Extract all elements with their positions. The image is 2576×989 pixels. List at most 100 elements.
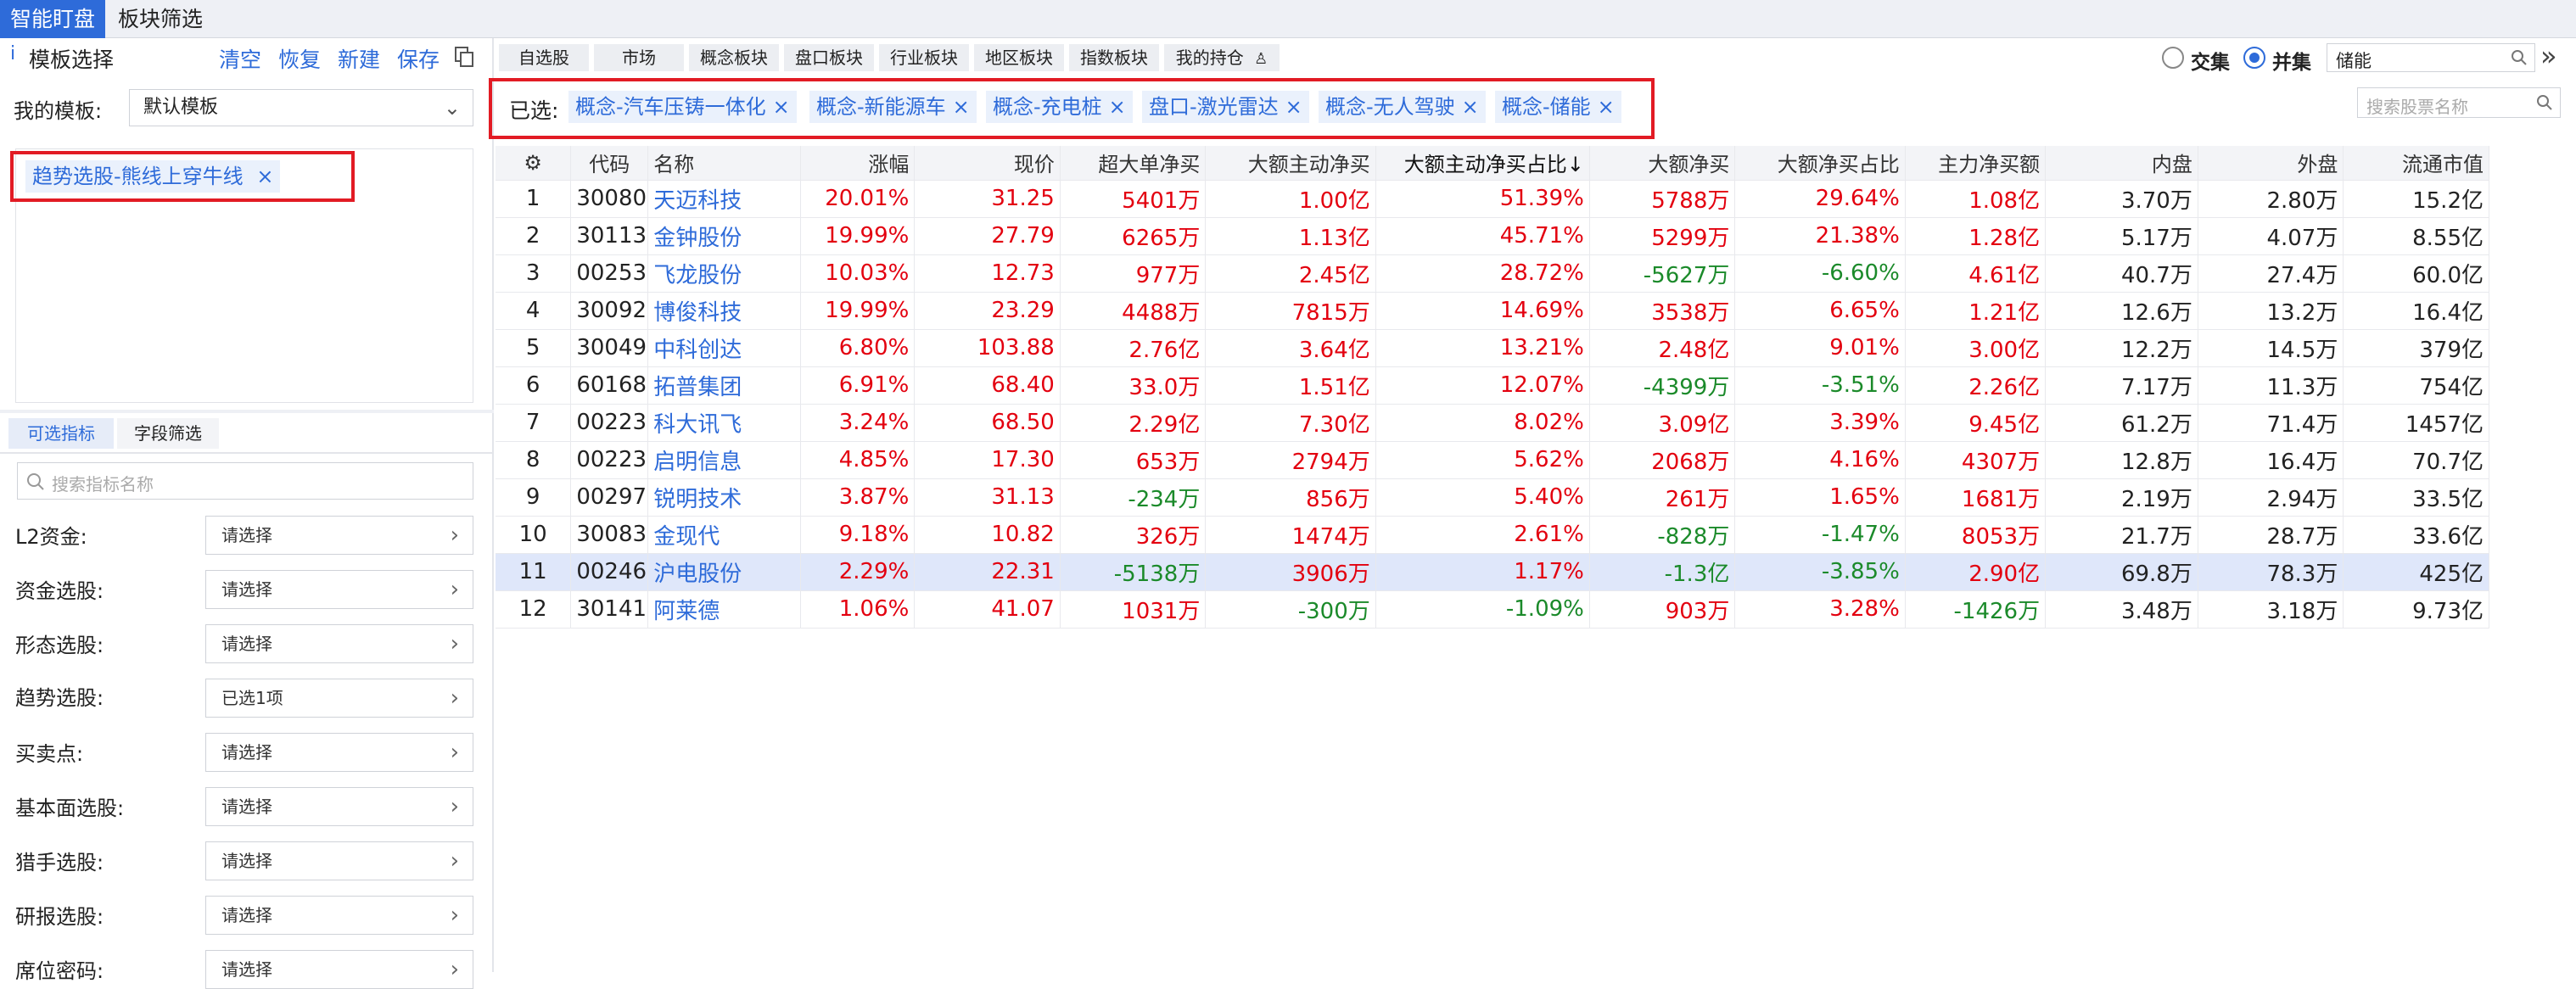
table-row[interactable]: 1300807天迈科技20.01%31.255401万1.00亿51.39%57… (496, 180, 2489, 218)
column-header-large-active-ratio[interactable]: 大额主动净买占比↓ (1375, 146, 1590, 181)
selected-chip[interactable]: 概念-无人驾驶 × (1319, 91, 1486, 123)
tab-field-filter[interactable]: 字段筛选 (117, 418, 219, 449)
radio-intersection[interactable] (2162, 47, 2184, 69)
cell-price: 17.30 (914, 441, 1061, 479)
table-row[interactable]: 12301419阿莱德1.06%41.071031万-300万-1.09%903… (496, 590, 2489, 629)
column-settings-header[interactable]: ⚙ (496, 146, 572, 181)
clear-button[interactable]: 清空 (219, 43, 261, 74)
cell-name[interactable]: 飞龙股份 (647, 254, 802, 293)
my-template-select[interactable]: 默认模板 ⌄ (129, 89, 473, 126)
selected-chip[interactable]: 盘口-激光雷达 × (1142, 91, 1309, 123)
table-row[interactable]: 7002230科大讯飞3.24%68.502.29亿7.30亿8.02%3.09… (496, 404, 2489, 442)
close-icon[interactable]: × (1462, 95, 1479, 119)
cell-name[interactable]: 博俊科技 (647, 292, 802, 330)
table-row[interactable]: 2301133金钟股份19.99%27.796265万1.13亿45.71%52… (496, 217, 2489, 255)
close-icon[interactable]: × (1109, 95, 1126, 119)
divider (0, 410, 494, 413)
cell-price: 68.50 (914, 404, 1061, 442)
column-header-large-active-net[interactable]: 大额主动净买 (1205, 146, 1376, 181)
column-header-super-large-net[interactable]: 超大单净买 (1060, 146, 1207, 181)
cell-name[interactable]: 拓普集团 (647, 366, 802, 405)
indicator-search-input[interactable]: 搜索指标名称 (17, 462, 473, 500)
column-header-change[interactable]: 涨幅 (800, 146, 916, 181)
cell-super-large-net: 6265万 (1060, 217, 1207, 255)
tab-concept-sector[interactable]: 概念板块 (689, 44, 779, 71)
column-header-inner[interactable]: 内盘 (2045, 146, 2198, 181)
table-row[interactable]: 5300496中科创达6.80%103.882.76亿3.64亿13.21%2.… (496, 329, 2489, 367)
close-icon[interactable]: × (256, 165, 273, 188)
close-icon[interactable]: × (773, 95, 790, 119)
cell-name[interactable]: 中科创达 (647, 329, 802, 367)
table-body: 1300807天迈科技20.01%31.255401万1.00亿51.39%57… (496, 180, 2489, 629)
double-chevron-right-icon[interactable]: » (2540, 40, 2557, 72)
table-row[interactable]: 4300926博俊科技19.99%23.294488万7815万14.69%35… (496, 292, 2489, 330)
tab-handicap-sector[interactable]: 盘口板块 (784, 44, 874, 71)
cell-name[interactable]: 金钟股份 (647, 217, 802, 255)
stock-search-input[interactable]: 搜索股票名称 (2357, 87, 2561, 118)
column-header-code[interactable]: 代码 (570, 146, 649, 181)
cell-super-large-net: 977万 (1060, 254, 1207, 293)
filter-select-hunter[interactable]: 请选择 › (205, 841, 473, 880)
filter-select-trend[interactable]: 已选1项 › (205, 679, 473, 718)
filter-select-pattern[interactable]: 请选择 › (205, 624, 473, 663)
filter-select-trade-point[interactable]: 请选择 › (205, 733, 473, 772)
column-header-float-cap[interactable]: 流通市值 (2343, 146, 2489, 181)
cell-name[interactable]: 启明信息 (647, 441, 802, 479)
close-icon[interactable]: × (953, 95, 970, 119)
cell-name[interactable]: 金现代 (647, 516, 802, 554)
table-row[interactable]: 8002232启明信息4.85%17.30653万2794万5.62%2068万… (496, 441, 2489, 479)
search-icon[interactable] (2511, 49, 2528, 66)
settings-icon[interactable]: ⚙ (524, 151, 542, 175)
column-header-large-net[interactable]: 大额净买 (1589, 146, 1736, 181)
column-header-main-net[interactable]: 主力净买额 (1905, 146, 2047, 181)
search-icon[interactable] (2536, 94, 2553, 111)
cell-float-cap: 8.55亿 (2343, 217, 2489, 255)
restore-button[interactable]: 恢复 (278, 43, 321, 74)
filter-select-seat[interactable]: 请选择 › (205, 950, 473, 989)
column-header-price[interactable]: 现价 (914, 146, 1061, 181)
filter-select-l2[interactable]: 请选择 › (205, 516, 473, 555)
tab-optional-indicators[interactable]: 可选指标 (8, 418, 114, 449)
tab-industry-sector[interactable]: 行业板块 (879, 44, 969, 71)
selected-template-chip[interactable]: 趋势选股-熊线上穿牛线 × (25, 160, 281, 193)
table-row[interactable]: 6601689拓普集团6.91%68.4033.0万1.51亿12.07%-43… (496, 366, 2489, 405)
cell-name[interactable]: 科大讯飞 (647, 404, 802, 442)
chip-label: 趋势选股-熊线上穿牛线 (32, 165, 244, 188)
table-row[interactable]: 10300830金现代9.18%10.82326万1474万2.61%-828万… (496, 516, 2489, 554)
tab-region-sector[interactable]: 地区板块 (974, 44, 1064, 71)
cell-large-net: 903万 (1589, 590, 1736, 629)
cell-name[interactable]: 阿莱德 (647, 590, 802, 629)
selected-chip[interactable]: 概念-储能 × (1495, 91, 1621, 123)
copy-icon[interactable] (455, 47, 473, 67)
info-icon: ⅰ (10, 43, 16, 64)
close-icon[interactable]: × (1285, 95, 1302, 119)
cell-large-active-net: 7.30亿 (1205, 404, 1376, 442)
filter-value: 请选择 (221, 905, 272, 925)
tab-market[interactable]: 市场 (594, 44, 684, 71)
column-header-outer[interactable]: 外盘 (2198, 146, 2344, 181)
tab-index-sector[interactable]: 指数板块 (1069, 44, 1159, 71)
concept-search-input[interactable]: 储能 (2327, 43, 2535, 72)
tab-watchlist[interactable]: 自选股 (499, 44, 589, 71)
close-icon[interactable]: × (1598, 95, 1615, 119)
table-row[interactable]: 3002536飞龙股份10.03%12.73977万2.45亿28.72%-56… (496, 254, 2489, 293)
selected-chip[interactable]: 概念-充电桩 × (986, 91, 1133, 123)
cell-name[interactable]: 天迈科技 (647, 180, 802, 218)
filter-select-fund[interactable]: 请选择 › (205, 570, 473, 609)
table-row[interactable]: 11002463沪电股份2.29%22.31-5138万3906万1.17%-1… (496, 553, 2489, 591)
column-header-name[interactable]: 名称 (647, 146, 802, 181)
filter-select-fundamental[interactable]: 请选择 › (205, 787, 473, 826)
tab-smart-watch[interactable]: 智能盯盘 (0, 0, 105, 38)
save-button[interactable]: 保存 (397, 43, 440, 74)
radio-union[interactable] (2243, 47, 2265, 69)
new-button[interactable]: 新建 (338, 43, 380, 74)
filter-select-research[interactable]: 请选择 › (205, 896, 473, 935)
selected-chip[interactable]: 概念-新能源车 × (809, 91, 977, 123)
tab-my-holdings[interactable]: 我的持仓 ♙ (1164, 44, 1280, 71)
cell-name[interactable]: 沪电股份 (647, 553, 802, 591)
cell-name[interactable]: 锐明技术 (647, 478, 802, 517)
column-header-large-net-ratio[interactable]: 大额净买占比 (1734, 146, 1906, 181)
selected-chip[interactable]: 概念-汽车压铸一体化 × (568, 91, 797, 123)
table-row[interactable]: 9002970锐明技术3.87%31.13-234万856万5.40%261万1… (496, 478, 2489, 517)
tab-sector-filter[interactable]: 板块筛选 (107, 0, 214, 38)
